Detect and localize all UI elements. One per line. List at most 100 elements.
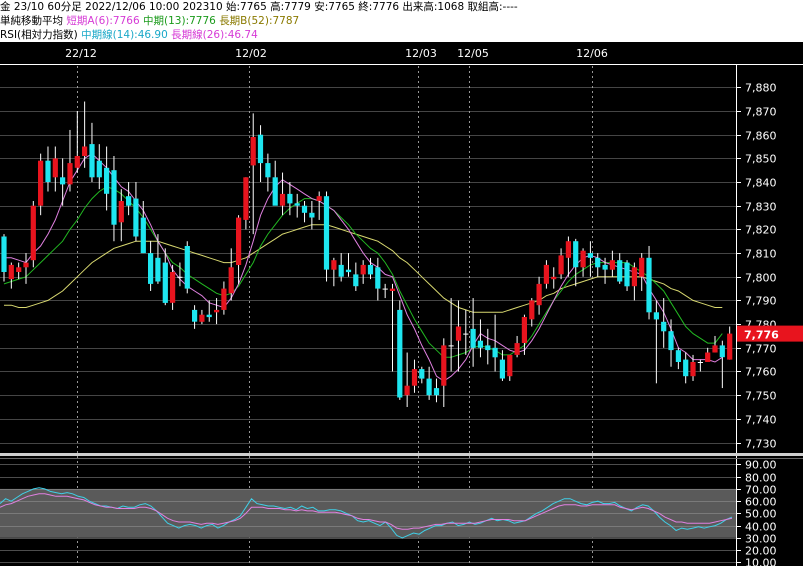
ma-mid-legend: 中期(13):7776 — [143, 15, 216, 27]
candle-body — [419, 369, 425, 379]
price-tick-label: 7,870 — [745, 106, 777, 119]
candle-body — [118, 201, 124, 223]
candle-body — [155, 257, 161, 282]
candle-body — [404, 385, 410, 396]
candle-body — [170, 272, 176, 303]
candle-body — [573, 241, 579, 268]
candle-body — [477, 340, 483, 348]
price-tick-label: 7,740 — [745, 414, 777, 427]
candle-body — [587, 253, 593, 258]
date-label: 22/12 — [65, 47, 97, 60]
rsi-tick-label: 10.00 — [745, 557, 777, 566]
candle-body — [367, 264, 374, 275]
price-tick-label: 7,860 — [745, 130, 777, 143]
price-tick-label: 7,760 — [745, 366, 777, 379]
candle-body — [661, 321, 667, 332]
candle-body — [426, 378, 432, 396]
candle-body — [23, 262, 29, 268]
candle-body — [631, 267, 637, 287]
candle-body — [74, 156, 80, 168]
candle-body — [177, 276, 183, 278]
candle-body — [382, 288, 388, 290]
candle-body — [228, 267, 234, 294]
candle-body — [683, 359, 689, 377]
candle-body — [192, 309, 198, 322]
date-label: 12/05 — [457, 47, 489, 60]
candle-body — [30, 205, 36, 261]
date-axis: 22/12 12/02 12/03 12/05 12/06 — [0, 42, 803, 65]
candle-body — [162, 262, 168, 303]
candle-body — [89, 144, 95, 178]
price-chart[interactable]: 22/12 12/02 12/03 12/05 12/06 7,880 7,870 7,86… — [0, 42, 803, 566]
candle-body — [580, 250, 586, 268]
candle-body — [206, 314, 212, 318]
rsi-legend: RSI(相対力指数) 中期線(14):46.90 長期線(26):46.74 — [0, 28, 803, 42]
candle-body — [595, 257, 601, 268]
candle-body — [727, 333, 733, 360]
candle-body — [536, 283, 542, 306]
candle-body — [1, 236, 7, 272]
candle-body — [67, 163, 73, 185]
date-label: 12/06 — [576, 47, 608, 60]
candle-body — [551, 276, 557, 280]
candle-body — [697, 362, 703, 363]
candle-body — [345, 269, 352, 273]
candle-body — [389, 288, 396, 291]
candle-body — [133, 198, 139, 237]
candle-body — [265, 163, 271, 178]
candle-body — [375, 267, 381, 289]
price-tick-label: 7,750 — [745, 390, 777, 403]
date-row-background — [0, 42, 803, 64]
candle-body — [279, 193, 286, 206]
price-tick-label: 7,800 — [745, 272, 777, 285]
price-tick-label: 7,830 — [745, 201, 777, 214]
candle-body — [331, 260, 337, 270]
candle-body — [521, 317, 527, 343]
candle-body — [360, 264, 366, 275]
candle-body — [8, 264, 14, 280]
chart-background — [0, 42, 803, 566]
candle-body — [184, 246, 190, 289]
candle-body — [338, 264, 344, 277]
candle-body — [126, 196, 132, 206]
candle-body — [653, 312, 659, 320]
candle-body — [492, 347, 498, 358]
candle-body — [705, 352, 711, 362]
candle-body — [646, 257, 652, 313]
date-label: 12/02 — [235, 47, 267, 60]
price-tick-label: 7,810 — [745, 248, 777, 261]
candle-body — [104, 167, 110, 194]
rsi-tick-label: 90.00 — [745, 459, 777, 472]
candle-body — [148, 253, 154, 284]
rsi-label: RSI(相対力指数) — [0, 29, 78, 41]
candle-body — [60, 177, 66, 185]
candle-body — [441, 345, 447, 386]
candle-body — [639, 257, 645, 277]
price-tick-label: 7,850 — [745, 153, 777, 166]
candle-body — [470, 328, 476, 348]
candle-body — [455, 326, 462, 341]
price-tick-label: 7,790 — [745, 295, 777, 308]
candle-body — [52, 158, 58, 178]
candle-body — [257, 134, 264, 164]
ma-label: 単純移動平均 — [0, 15, 63, 27]
candle-body — [543, 264, 549, 284]
candle-body — [294, 203, 300, 206]
rsi-tick-label: 50.00 — [745, 508, 777, 521]
candle-body — [397, 309, 403, 398]
candle-body — [140, 217, 146, 254]
price-tick-label: 7,730 — [745, 438, 777, 451]
candle-body — [111, 170, 117, 225]
candle-body — [96, 160, 102, 178]
candle-body — [609, 260, 615, 270]
candle-body — [316, 196, 322, 201]
moving-average-legend: 単純移動平均 短期A(6):7766 中期(13):7776 長期B(52):7… — [0, 14, 803, 28]
candle-body — [250, 137, 256, 166]
candle-body — [38, 160, 44, 206]
candle-body — [221, 288, 227, 310]
candle-body — [485, 345, 491, 351]
candle-body — [514, 343, 520, 355]
candle-body — [309, 212, 315, 218]
candle-body — [287, 193, 293, 204]
ma-short-legend: 短期A(6):7766 — [66, 15, 140, 27]
